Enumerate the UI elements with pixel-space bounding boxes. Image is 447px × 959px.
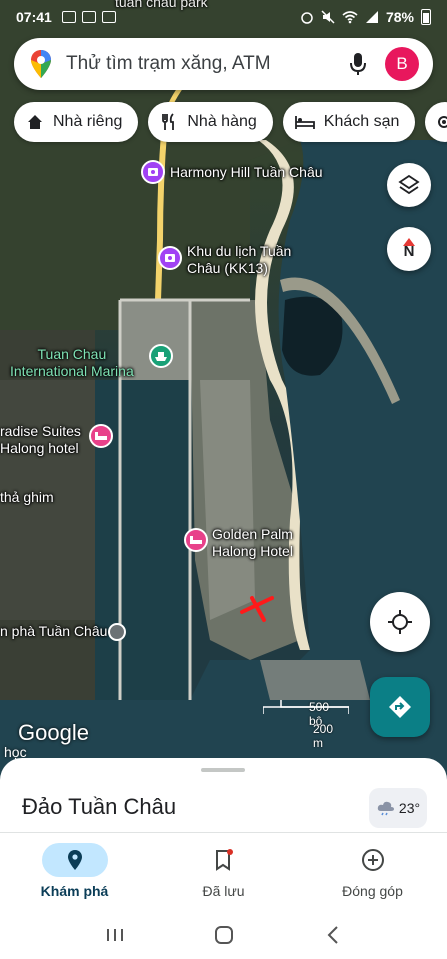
nav-explore-label: Khám phá bbox=[40, 883, 109, 899]
khu-du-lich-pin[interactable] bbox=[158, 246, 182, 270]
directions-icon bbox=[389, 696, 411, 718]
bed-icon bbox=[190, 536, 202, 544]
category-chips: Nhà riêng Nhà hàng Khách sạn bbox=[14, 102, 447, 142]
recents-icon bbox=[106, 928, 123, 941]
chip-more[interactable] bbox=[425, 102, 447, 142]
nav-saved[interactable]: Đã lưu bbox=[149, 833, 298, 910]
map-label-paradise[interactable]: radise Suites Halong hotel bbox=[0, 423, 81, 457]
my-location-button[interactable] bbox=[370, 592, 430, 652]
battery-icon bbox=[421, 9, 431, 25]
home-square-icon bbox=[214, 925, 233, 944]
layers-icon bbox=[398, 174, 420, 195]
gallery-icon bbox=[81, 11, 96, 23]
recent-apps-button[interactable] bbox=[100, 920, 130, 950]
scale-bar bbox=[263, 700, 349, 714]
photo-icon bbox=[148, 168, 158, 176]
bottom-navigation: Khám phá Đã lưu Đóng góp bbox=[0, 832, 447, 910]
chip-home-label: Nhà riêng bbox=[53, 113, 123, 130]
compass-north-label: N bbox=[403, 243, 415, 260]
back-chevron-icon bbox=[327, 925, 338, 944]
map-label-ben-pha[interactable]: n phà Tuần Châu bbox=[0, 623, 107, 640]
google-maps-pin-icon bbox=[31, 50, 51, 78]
search-bar[interactable]: Thử tìm trạm xăng, ATM B bbox=[14, 38, 433, 90]
status-time: 07:41 bbox=[16, 9, 52, 25]
mic-icon[interactable] bbox=[345, 51, 371, 77]
nav-contribute[interactable]: Đóng góp bbox=[298, 833, 447, 910]
home-icon bbox=[28, 115, 42, 129]
compass-button[interactable]: N bbox=[387, 227, 431, 271]
mute-icon bbox=[321, 10, 335, 24]
boat-icon bbox=[155, 352, 167, 361]
nav-explore-icon-wrap bbox=[41, 843, 108, 877]
layers-button[interactable] bbox=[387, 163, 431, 207]
alarm-icon bbox=[301, 12, 313, 24]
cloud-rain-icon bbox=[377, 801, 394, 816]
map-label-harmony[interactable]: Harmony Hill Tuần Châu bbox=[170, 164, 323, 181]
paradise-suites-pin[interactable] bbox=[89, 424, 113, 448]
system-navigation-bar bbox=[0, 910, 447, 959]
signal-icon bbox=[365, 11, 378, 23]
search-input[interactable]: Thử tìm trạm xăng, ATM bbox=[66, 53, 345, 75]
directions-button[interactable] bbox=[370, 677, 430, 737]
chip-home[interactable]: Nhà riêng bbox=[14, 102, 139, 142]
harmony-hill-pin[interactable] bbox=[141, 160, 165, 184]
golden-palm-pin[interactable] bbox=[184, 528, 208, 552]
ferry-pin[interactable] bbox=[108, 623, 126, 641]
temperature: 23° bbox=[398, 800, 421, 816]
place-title: Đảo Tuần Châu bbox=[22, 794, 177, 819]
chip-restaurant-label: Nhà hàng bbox=[187, 113, 257, 130]
bookmark-icon bbox=[215, 849, 233, 871]
nav-saved-label: Đã lưu bbox=[202, 883, 245, 899]
chip-hotel-label: Khách sạn bbox=[323, 113, 400, 130]
settings-icon bbox=[101, 11, 116, 23]
nav-saved-icon-wrap bbox=[191, 843, 257, 877]
wifi-icon bbox=[342, 11, 358, 24]
nav-contribute-label: Đóng góp bbox=[342, 883, 403, 899]
bed-icon bbox=[95, 432, 107, 440]
scale-meters: 200 m bbox=[313, 722, 334, 750]
avatar[interactable]: B bbox=[385, 47, 419, 81]
crosshair-icon bbox=[388, 610, 412, 634]
map-label-tha-ghim: thả ghim bbox=[0, 489, 54, 505]
gear-icon bbox=[438, 116, 447, 128]
status-right: 78% bbox=[300, 9, 431, 25]
weather-chip[interactable]: 23° bbox=[369, 788, 427, 828]
status-bar: 07:41 78% bbox=[0, 0, 447, 34]
zalo-icon bbox=[61, 11, 76, 23]
hotel-icon bbox=[294, 116, 315, 129]
drag-handle[interactable] bbox=[201, 768, 245, 772]
restaurant-icon bbox=[162, 113, 175, 130]
map-label-marina[interactable]: Tuan Chau International Marina bbox=[10, 346, 134, 380]
google-logo: Google bbox=[18, 720, 89, 745]
back-button[interactable] bbox=[318, 920, 348, 950]
marina-pin[interactable] bbox=[149, 344, 173, 368]
place-bottom-sheet[interactable]: Đảo Tuần Châu 23° bbox=[0, 758, 447, 838]
map-label-khu-du-lich[interactable]: Khu du lịch Tuần Châu (KK13) bbox=[187, 243, 291, 277]
chip-restaurant[interactable]: Nhà hàng bbox=[148, 102, 273, 142]
home-button[interactable] bbox=[209, 920, 239, 950]
add-circle-icon bbox=[361, 849, 384, 871]
map-label-golden-palm[interactable]: Golden Palm Halong Hotel bbox=[212, 526, 293, 560]
battery-percent: 78% bbox=[385, 9, 414, 25]
chip-hotel[interactable]: Khách sạn bbox=[282, 102, 416, 142]
notification-icons bbox=[61, 11, 116, 23]
photo-icon bbox=[165, 254, 175, 262]
nav-contribute-icon-wrap bbox=[340, 843, 406, 877]
nav-explore[interactable]: Khám phá bbox=[0, 833, 149, 910]
explore-pin-icon bbox=[67, 850, 82, 870]
